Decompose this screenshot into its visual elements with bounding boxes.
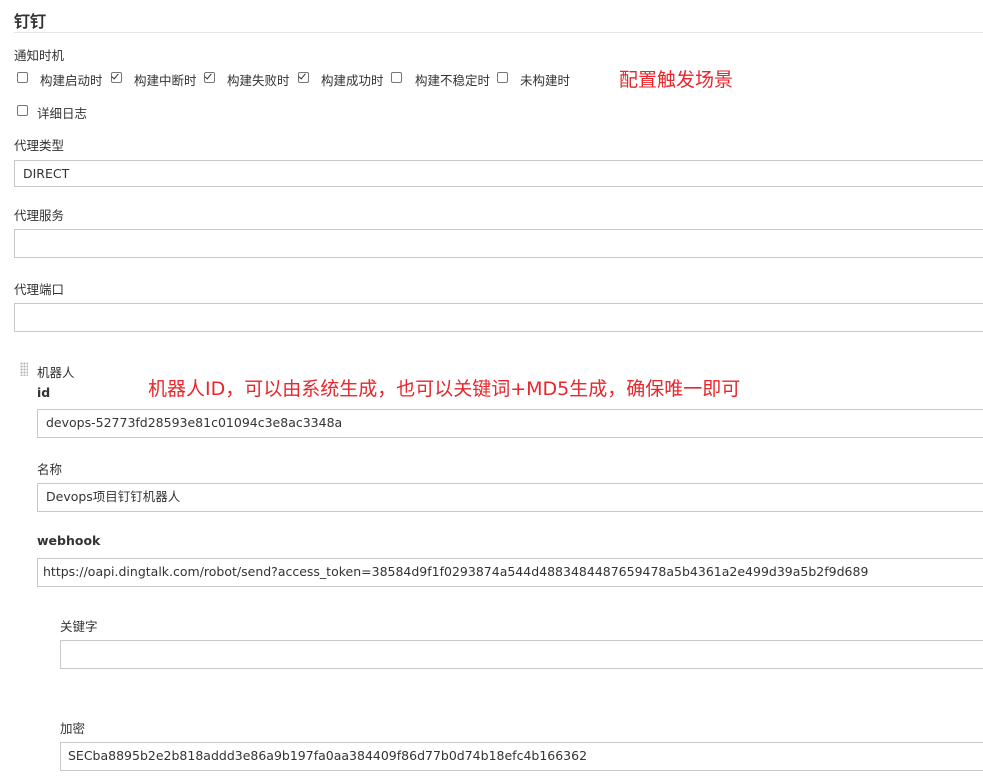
checkbox-label-not-built: 未构建时 — [520, 73, 571, 88]
robot-secret-input[interactable]: SECba8895b2e2b818addd3e86a9b197fa0aa3844… — [60, 742, 983, 771]
robot-name-input[interactable]: Devops项目钉钉机器人 — [37, 483, 983, 512]
drag-handle-icon[interactable] — [20, 362, 28, 376]
checkbox-label-build-success: 构建成功时 — [321, 73, 384, 88]
proxy-server-label: 代理服务 — [14, 208, 65, 223]
checkbox-label-build-aborted: 构建中断时 — [134, 73, 197, 88]
robot-id-input[interactable]: devops-52773fd28593e81c01094c3e8ac3348a — [37, 409, 983, 438]
section-title: 钉钉 — [14, 12, 47, 31]
annotation-robot-id: 机器人ID，可以由系统生成，也可以关键词+MD5生成，确保唯一即可 — [148, 378, 741, 400]
checkbox-label-verbose-log: 详细日志 — [37, 106, 88, 121]
proxy-port-label: 代理端口 — [14, 282, 65, 297]
checkbox-build-unstable[interactable] — [391, 72, 402, 83]
checkbox-label-build-start: 构建启动时 — [40, 73, 103, 88]
section-divider — [14, 32, 983, 33]
robot-header: 机器人 — [37, 365, 75, 380]
robot-keyword-input[interactable] — [60, 640, 983, 669]
checkbox-build-failed[interactable] — [204, 72, 215, 83]
notify-label: 通知时机 — [14, 48, 65, 63]
checkbox-build-start[interactable] — [17, 72, 28, 83]
robot-webhook-label: webhook — [37, 533, 101, 548]
annotation-trigger: 配置触发场景 — [619, 69, 734, 91]
proxy-type-label: 代理类型 — [14, 138, 65, 153]
proxy-type-select[interactable]: DIRECT — [14, 160, 983, 187]
checkbox-label-build-unstable: 构建不稳定时 — [415, 73, 491, 88]
robot-keyword-label: 关键字 — [60, 619, 98, 634]
checkbox-build-aborted[interactable] — [111, 72, 122, 83]
checkbox-verbose-log[interactable] — [17, 105, 28, 116]
checkbox-not-built[interactable] — [497, 72, 508, 83]
checkbox-build-success[interactable] — [298, 72, 309, 83]
robot-secret-label: 加密 — [60, 721, 86, 736]
robot-name-label: 名称 — [37, 462, 63, 477]
robot-webhook-input[interactable]: https://oapi.dingtalk.com/robot/send?acc… — [37, 558, 983, 587]
proxy-server-input[interactable] — [14, 229, 983, 258]
checkbox-label-build-failed: 构建失败时 — [227, 73, 290, 88]
proxy-port-input[interactable] — [14, 303, 983, 332]
robot-id-label: id — [37, 385, 51, 400]
